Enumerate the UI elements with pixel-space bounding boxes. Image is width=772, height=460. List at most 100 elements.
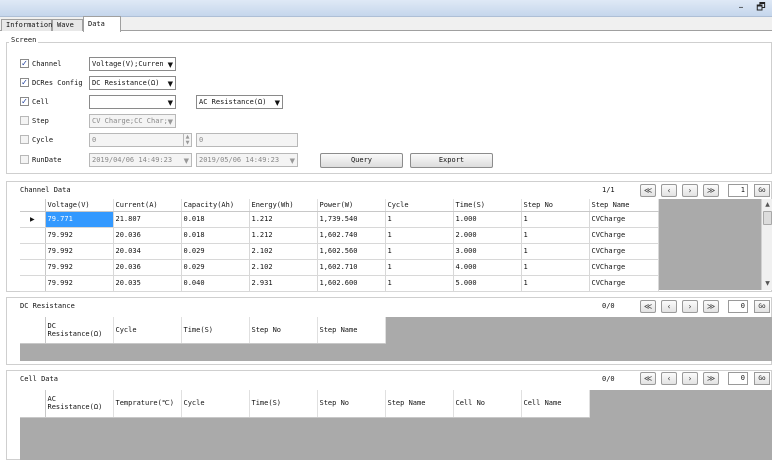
channel-select[interactable]: Voltage(V);Curren ▼ [89, 57, 176, 71]
row-header[interactable] [20, 227, 46, 244]
dcres-select[interactable]: DC Resistance(Ω) ▼ [89, 76, 176, 90]
table-cell[interactable]: 4.000 [453, 259, 522, 276]
scroll-down-icon[interactable]: ▼ [762, 278, 772, 289]
table-row[interactable]: 79.992 20.036 0.018 1.212 1,602.740 1 2.… [20, 227, 659, 244]
table-cell[interactable]: 79.992 [45, 227, 114, 244]
table-cell[interactable]: 20.035 [113, 275, 182, 292]
table-cell[interactable]: 1 [385, 227, 454, 244]
col-header[interactable]: Step Name [317, 317, 386, 344]
cell-ac-select[interactable]: AC Resistance(Ω) ▼ [196, 95, 283, 109]
prev-page-button[interactable]: ‹ [661, 184, 677, 197]
col-header[interactable]: AC Resistance(Ω) [45, 390, 114, 418]
row-header[interactable] [20, 259, 46, 276]
col-header[interactable]: Step No [521, 199, 590, 212]
col-header[interactable]: Temprature(℃) [113, 390, 182, 418]
col-header[interactable]: Capacity(Ah) [181, 199, 250, 212]
table-cell[interactable]: 1.212 [249, 227, 318, 244]
col-header[interactable]: Step Name [589, 199, 659, 212]
cycle-checkbox[interactable] [20, 135, 29, 144]
prev-page-button[interactable]: ‹ [661, 300, 677, 313]
table-cell[interactable]: CVCharge [589, 211, 659, 228]
cell-select[interactable]: ▼ [89, 95, 176, 109]
table-cell[interactable]: 1 [521, 275, 590, 292]
col-header[interactable]: Time(S) [249, 390, 318, 418]
table-cell[interactable]: 1 [385, 259, 454, 276]
scroll-thumb[interactable] [763, 211, 772, 225]
table-cell[interactable]: 1 [385, 211, 454, 228]
table-cell[interactable]: 79.992 [45, 275, 114, 292]
col-header[interactable]: Step No [249, 317, 318, 344]
table-cell[interactable]: 2.000 [453, 227, 522, 244]
scroll-up-icon[interactable]: ▲ [762, 199, 772, 210]
col-header[interactable]: Cycle [385, 199, 454, 212]
first-page-button[interactable]: ≪ [640, 372, 656, 385]
last-page-button[interactable]: ≫ [703, 372, 719, 385]
cell-go-button[interactable]: Go [754, 372, 770, 385]
table-cell[interactable]: 1 [521, 243, 590, 260]
dc-go-button[interactable]: Go [754, 300, 770, 313]
restore-button[interactable]: 🗗 [753, 1, 769, 15]
table-cell[interactable]: 1,602.740 [317, 227, 386, 244]
channel-go-button[interactable]: Go [754, 184, 770, 197]
next-page-button[interactable]: › [682, 184, 698, 197]
tab-data[interactable]: Data [83, 16, 121, 32]
table-cell[interactable]: 1,602.560 [317, 243, 386, 260]
col-header[interactable]: Cell No [453, 390, 522, 418]
table-cell[interactable]: 21.807 [113, 211, 182, 228]
rundate-to-picker[interactable]: 2019/05/06 14:49:23 ▼ [196, 153, 298, 167]
table-cell[interactable]: 0.018 [181, 211, 250, 228]
table-cell[interactable]: 1 [385, 243, 454, 260]
step-checkbox[interactable] [20, 116, 29, 125]
table-row[interactable]: ▶ 79.771 21.807 0.018 1.212 1,739.540 1 … [20, 211, 659, 228]
step-select[interactable]: CV Charge;CC Char; ▼ [89, 114, 176, 128]
table-cell[interactable]: 0.029 [181, 243, 250, 260]
rundate-from-picker[interactable]: 2019/04/06 14:49:23 ▼ [89, 153, 192, 167]
col-header[interactable]: Cycle [113, 317, 182, 344]
cell-page-input[interactable]: 0 [728, 372, 748, 385]
dcres-checkbox[interactable]: ✓ [20, 78, 29, 87]
table-cell[interactable]: 5.000 [453, 275, 522, 292]
table-cell[interactable]: 20.036 [113, 259, 182, 276]
table-cell[interactable]: CVCharge [589, 243, 659, 260]
col-header[interactable]: Step No [317, 390, 386, 418]
tab-information[interactable]: Information [1, 19, 52, 31]
table-cell[interactable]: 1,739.540 [317, 211, 386, 228]
spinner-icon[interactable]: ▲ ▼ [183, 134, 191, 146]
table-cell[interactable]: 79.771 [45, 211, 114, 228]
table-cell[interactable]: 2.102 [249, 243, 318, 260]
col-header[interactable]: DC Resistance(Ω) [45, 317, 114, 344]
col-header[interactable]: Voltage(V) [45, 199, 114, 212]
col-header[interactable]: Current(A) [113, 199, 182, 212]
table-row[interactable]: 79.992 20.036 0.029 2.102 1,602.710 1 4.… [20, 259, 659, 276]
dc-page-input[interactable]: 0 [728, 300, 748, 313]
table-cell[interactable]: 1,602.600 [317, 275, 386, 292]
col-header[interactable]: Time(S) [181, 317, 250, 344]
rundate-checkbox[interactable] [20, 155, 29, 164]
cell-checkbox[interactable]: ✓ [20, 97, 29, 106]
row-header[interactable] [20, 243, 46, 260]
table-cell[interactable]: 1 [521, 227, 590, 244]
table-cell[interactable]: 1 [521, 259, 590, 276]
col-header[interactable]: Power(W) [317, 199, 386, 212]
table-cell[interactable]: 20.036 [113, 227, 182, 244]
table-cell[interactable]: 79.992 [45, 259, 114, 276]
next-page-button[interactable]: › [682, 300, 698, 313]
last-page-button[interactable]: ≫ [703, 184, 719, 197]
query-button[interactable]: Query [320, 153, 403, 168]
table-cell[interactable]: CVCharge [589, 259, 659, 276]
table-cell[interactable]: 1.000 [453, 211, 522, 228]
cycle-to-input[interactable]: 0 [196, 133, 298, 147]
table-row[interactable]: 79.992 20.034 0.029 2.102 1,602.560 1 3.… [20, 243, 659, 260]
table-cell[interactable]: 1 [521, 211, 590, 228]
table-cell[interactable]: 2.931 [249, 275, 318, 292]
col-header[interactable]: Cycle [181, 390, 250, 418]
export-button[interactable]: Export [410, 153, 493, 168]
col-header[interactable]: Energy(Wh) [249, 199, 318, 212]
prev-page-button[interactable]: ‹ [661, 372, 677, 385]
col-header[interactable]: Time(S) [453, 199, 522, 212]
table-cell[interactable]: 1 [385, 275, 454, 292]
table-cell[interactable]: 20.034 [113, 243, 182, 260]
tab-wave[interactable]: Wave [52, 19, 83, 31]
table-cell[interactable]: 0.018 [181, 227, 250, 244]
first-page-button[interactable]: ≪ [640, 184, 656, 197]
